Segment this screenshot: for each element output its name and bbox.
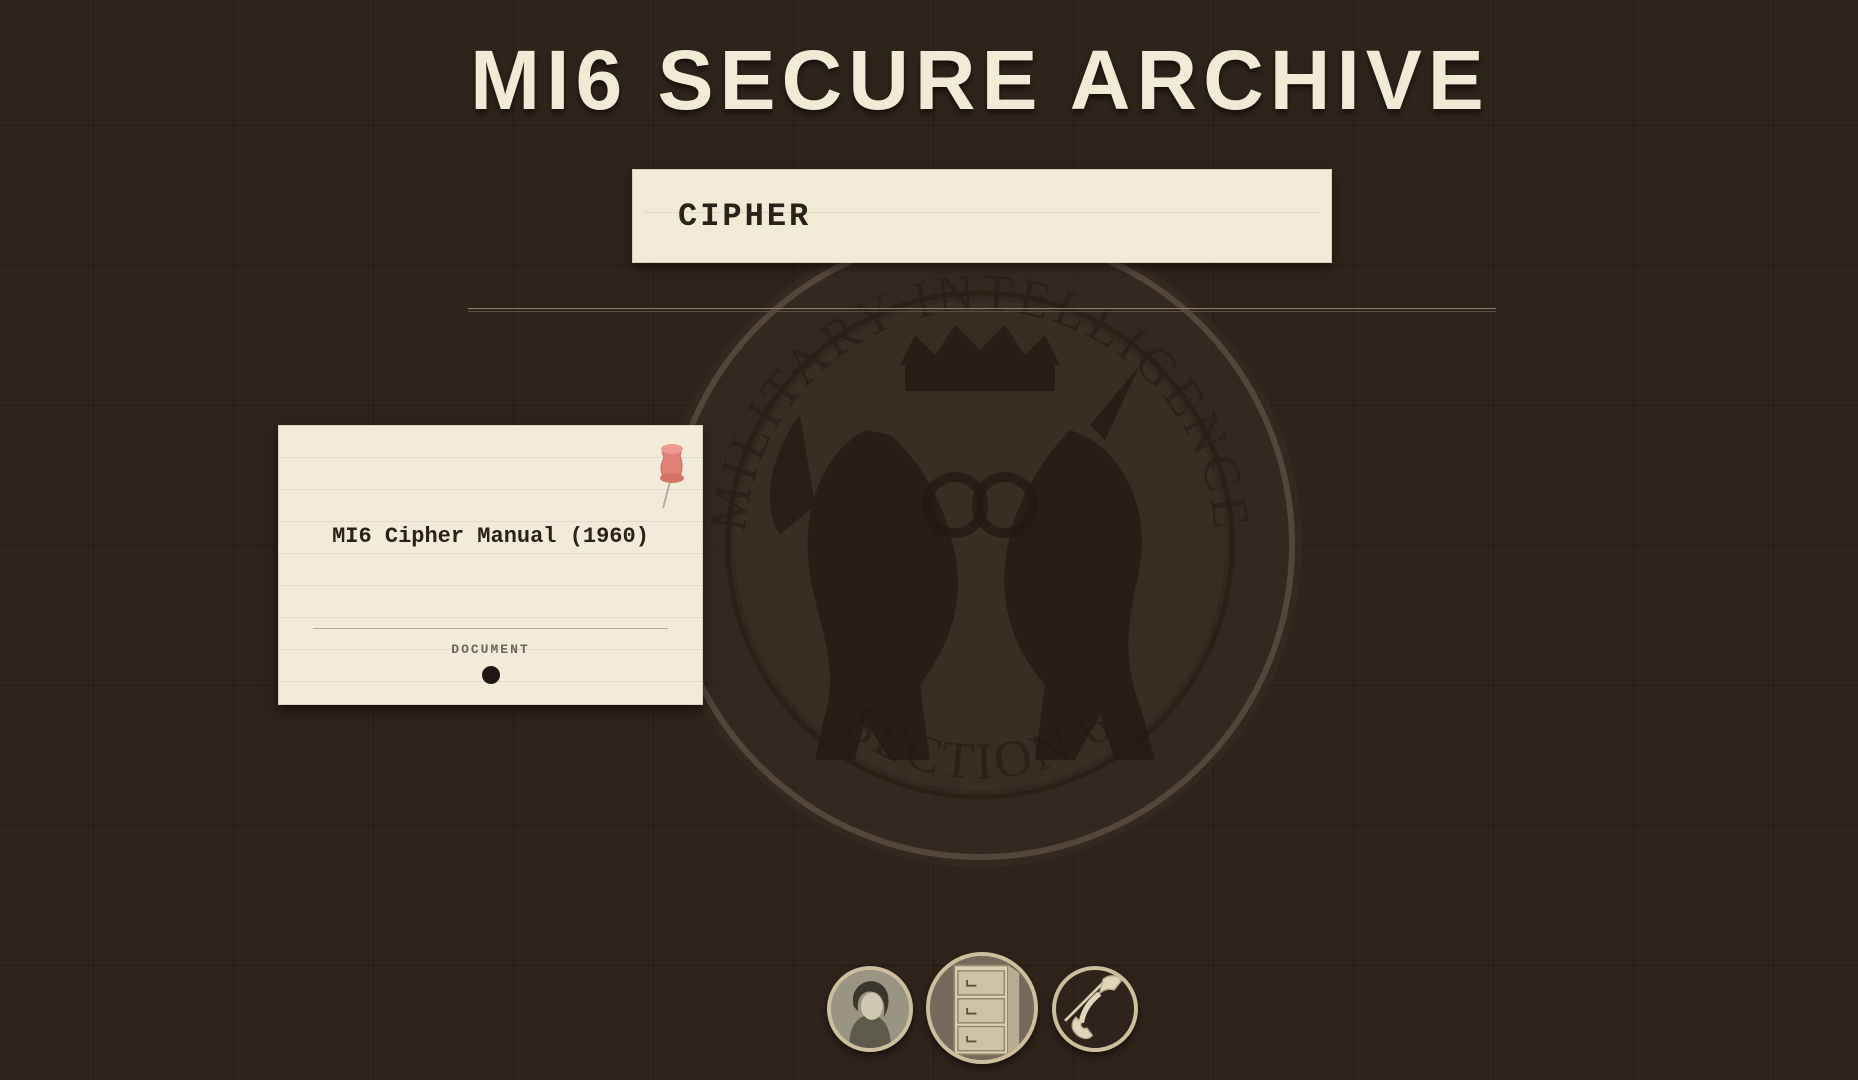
profile-icon [831,970,909,1048]
mi6-emblem-watermark: MILITARY INTELLIGENCE SECTION 6 [650,215,1310,875]
status-dot [482,666,500,684]
result-card[interactable]: MI6 Cipher Manual (1960) DOCUMENT [278,425,703,705]
result-title: MI6 Cipher Manual (1960) [332,524,649,549]
search-input[interactable] [633,170,1331,262]
filing-cabinet-icon [930,956,1034,1060]
nav-profile-button[interactable] [827,966,913,1052]
header-divider [468,308,1496,312]
page-title: MI6 SECURE ARCHIVE [470,33,1490,127]
nav-phone-button[interactable] [1052,966,1138,1052]
nav-archive-button[interactable] [926,952,1038,1064]
pushpin-icon [654,440,690,510]
card-divider [313,628,668,629]
result-type-label: DOCUMENT [451,642,530,657]
telephone-icon [1064,975,1123,1040]
search-box[interactable] [632,169,1332,263]
